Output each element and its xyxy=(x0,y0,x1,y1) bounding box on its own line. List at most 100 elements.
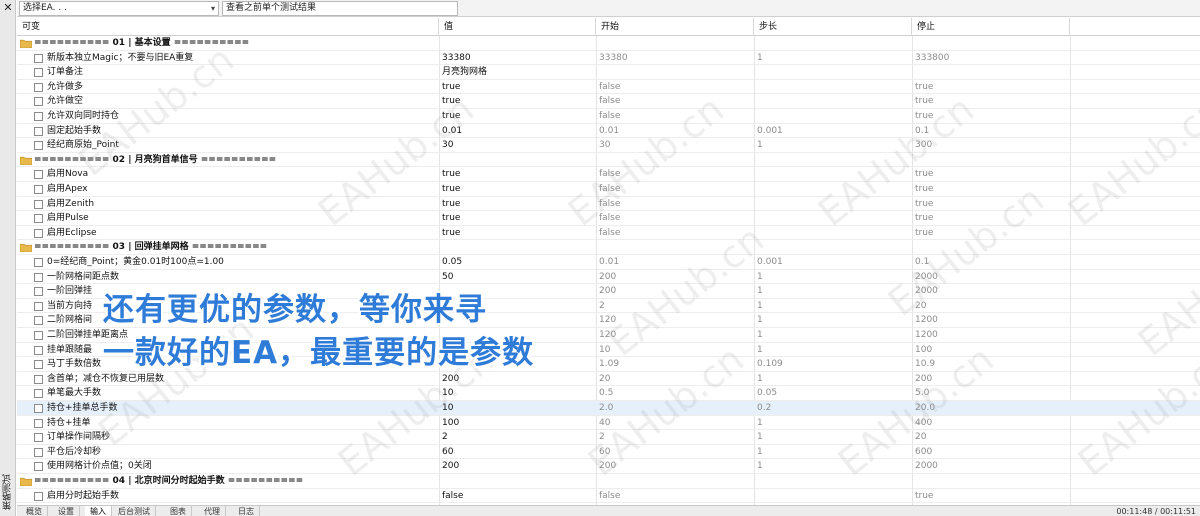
param-value[interactable]: 0.05 xyxy=(442,255,596,269)
param-stop[interactable]: true xyxy=(915,197,1070,211)
optimize-checkbox[interactable] xyxy=(34,126,43,136)
table-row[interactable]: 允许双向同时持仓 true false true xyxy=(17,109,1200,124)
param-stop[interactable]: 2000 xyxy=(915,284,1070,298)
param-start[interactable] xyxy=(599,65,754,79)
param-stop[interactable]: 2000 xyxy=(915,459,1070,473)
param-stop[interactable]: 333800 xyxy=(915,51,1070,65)
param-value[interactable]: 60 xyxy=(442,445,596,459)
param-step[interactable]: 1 xyxy=(757,416,912,430)
table-row[interactable]: 含首单；减仓不恢复已用层数 200 20 1 200 xyxy=(17,372,1200,387)
param-start[interactable]: 200 xyxy=(599,459,754,473)
param-stop[interactable]: 2000 xyxy=(915,270,1070,284)
table-row[interactable]: 启用Nova true false true xyxy=(17,167,1200,182)
param-stop[interactable]: 10.9 xyxy=(915,357,1070,371)
param-stop[interactable]: 300 xyxy=(915,138,1070,152)
tab-5[interactable]: 代理 xyxy=(199,506,226,516)
param-step[interactable] xyxy=(757,489,912,503)
param-start[interactable]: 120 xyxy=(599,328,754,342)
param-step[interactable]: 0.001 xyxy=(757,124,912,138)
column-header-start[interactable]: 开始 xyxy=(596,18,754,36)
optimize-checkbox[interactable] xyxy=(34,185,43,194)
optimize-checkbox[interactable] xyxy=(34,199,43,209)
param-value[interactable]: true xyxy=(442,80,596,94)
param-step[interactable] xyxy=(757,109,912,123)
optimize-checkbox[interactable] xyxy=(34,97,43,107)
table-row[interactable]: 订单备注 月亮狗网格 xyxy=(17,65,1200,80)
tab-2[interactable]: 输入 xyxy=(85,506,112,516)
param-step[interactable]: 0.05 xyxy=(757,386,912,400)
param-value[interactable]: 2 xyxy=(442,430,596,444)
optimize-checkbox[interactable] xyxy=(34,272,43,282)
param-stop[interactable]: 1200 xyxy=(915,328,1070,342)
param-stop[interactable]: true xyxy=(915,94,1070,108)
param-value[interactable]: 0.01 xyxy=(442,124,596,138)
optimize-checkbox[interactable] xyxy=(34,287,43,297)
param-start[interactable]: 40 xyxy=(599,416,754,430)
optimize-checkbox[interactable] xyxy=(34,491,43,501)
param-value[interactable]: true xyxy=(442,197,596,211)
param-step[interactable]: 1 xyxy=(757,270,912,284)
table-row[interactable]: 使用网格计价点值；0关闭 200 200 1 2000 xyxy=(17,459,1200,474)
tab-1[interactable]: 设置 xyxy=(53,506,80,516)
param-step[interactable]: 0.001 xyxy=(757,255,912,269)
table-row[interactable]: 启用分时起始手数 false false true xyxy=(17,489,1200,504)
column-header-step[interactable]: 步长 xyxy=(754,18,912,36)
param-value[interactable]: 50 xyxy=(442,270,596,284)
optimize-checkbox[interactable] xyxy=(34,258,43,267)
param-stop[interactable]: 400 xyxy=(915,416,1070,430)
optimize-checkbox[interactable] xyxy=(34,68,43,78)
ea-select-dropdown[interactable]: 选择EA. . . ▾ xyxy=(19,1,219,16)
table-group-row[interactable]: ========== 03 | 回弹挂单网格 ========== xyxy=(17,240,1200,255)
tab-4[interactable]: 图表 xyxy=(165,506,192,516)
param-step[interactable]: 1 xyxy=(757,51,912,65)
param-stop[interactable]: 5.0 xyxy=(915,386,1070,400)
optimize-checkbox[interactable] xyxy=(34,389,43,399)
optimize-checkbox[interactable] xyxy=(34,447,43,457)
param-start[interactable]: false xyxy=(599,167,754,181)
param-step[interactable] xyxy=(757,65,912,79)
param-start[interactable]: 60 xyxy=(599,445,754,459)
param-stop[interactable]: 0.1 xyxy=(915,255,1070,269)
table-group-row[interactable]: ========== 01 | 基本设置 ========== xyxy=(17,36,1200,51)
close-icon[interactable]: ✕ xyxy=(2,2,14,14)
param-stop[interactable]: true xyxy=(915,109,1070,123)
param-step[interactable]: 1 xyxy=(757,459,912,473)
param-start[interactable]: false xyxy=(599,182,754,196)
param-step[interactable]: 0.2 xyxy=(757,401,912,415)
view-previous-results-button[interactable]: 查看之前单个测试结果 xyxy=(222,1,458,16)
param-step[interactable]: 1 xyxy=(757,343,912,357)
param-start[interactable]: 20 xyxy=(599,372,754,386)
param-value[interactable]: 10 xyxy=(442,401,596,415)
optimize-checkbox[interactable] xyxy=(34,82,43,92)
table-row[interactable]: 持仓+挂单总手数 10 2.0 0.2 20.0 xyxy=(17,401,1200,416)
optimize-checkbox[interactable] xyxy=(34,53,43,63)
param-start[interactable]: false xyxy=(599,197,754,211)
param-stop[interactable]: true xyxy=(915,489,1070,503)
table-row[interactable]: 启用Apex true false true xyxy=(17,182,1200,197)
table-row[interactable]: 启用Eclipse true false true xyxy=(17,226,1200,241)
param-start[interactable]: 200 xyxy=(599,284,754,298)
param-step[interactable]: 0.109 xyxy=(757,357,912,371)
param-stop[interactable]: 20 xyxy=(915,430,1070,444)
param-value[interactable]: true xyxy=(442,182,596,196)
optimize-checkbox[interactable] xyxy=(34,301,43,311)
param-start[interactable]: 2 xyxy=(599,299,754,313)
param-start[interactable]: false xyxy=(599,94,754,108)
param-start[interactable]: 200 xyxy=(599,270,754,284)
param-start[interactable]: false xyxy=(599,489,754,503)
param-step[interactable] xyxy=(757,182,912,196)
param-step[interactable] xyxy=(757,80,912,94)
param-step[interactable]: 1 xyxy=(757,299,912,313)
column-header-value[interactable]: 值 xyxy=(439,18,596,36)
param-stop[interactable]: 1200 xyxy=(915,313,1070,327)
param-step[interactable]: 1 xyxy=(757,138,912,152)
param-value[interactable]: 100 xyxy=(442,416,596,430)
param-stop[interactable]: true xyxy=(915,226,1070,240)
param-stop[interactable] xyxy=(915,65,1070,79)
param-stop[interactable]: 20.0 xyxy=(915,401,1070,415)
param-step[interactable] xyxy=(757,94,912,108)
optimize-checkbox[interactable] xyxy=(34,404,43,413)
optimize-checkbox[interactable] xyxy=(34,345,43,355)
param-start[interactable]: 0.01 xyxy=(599,255,754,269)
param-stop[interactable]: true xyxy=(915,211,1070,225)
